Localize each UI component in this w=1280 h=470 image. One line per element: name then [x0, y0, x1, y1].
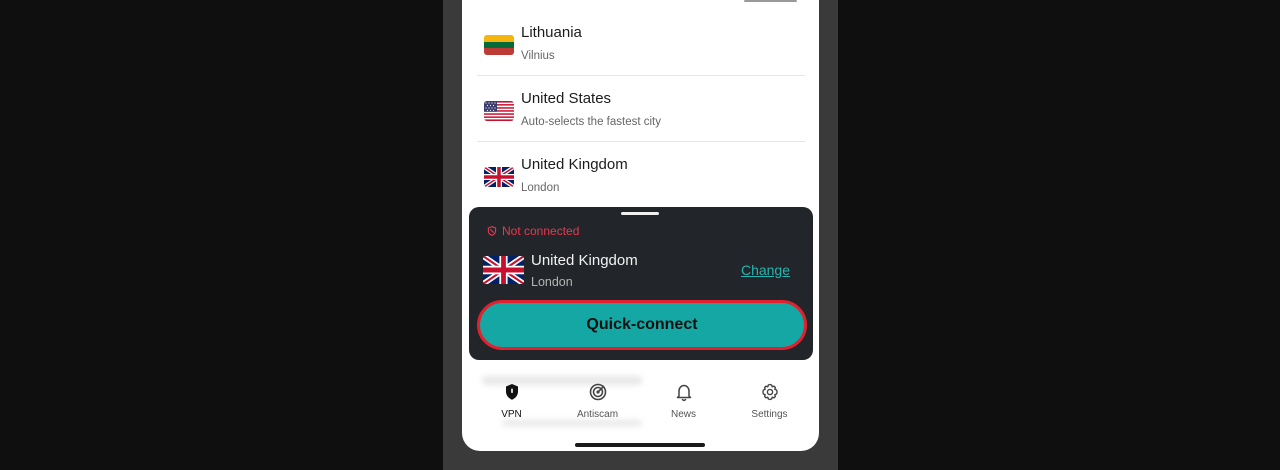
uk-flag-icon — [484, 167, 514, 187]
country-city: London — [521, 182, 560, 194]
country-name: Lithuania — [521, 24, 582, 41]
nav-item-news[interactable]: News — [641, 379, 726, 429]
country-row-united-states[interactable]: United States Auto-selects the fastest c… — [477, 76, 805, 142]
shield-icon — [505, 384, 518, 400]
drag-handle[interactable] — [621, 212, 659, 215]
app-screen: Lithuania Vilnius United States Auto-sel… — [462, 0, 819, 451]
bottom-navigation: VPN Antiscam News Settings — [462, 379, 819, 429]
quick-connect-button[interactable]: Quick-connect — [477, 300, 807, 350]
radar-icon — [589, 383, 606, 401]
top-divider — [744, 0, 797, 2]
nav-label: Antiscam — [576, 409, 619, 420]
shield-off-icon — [487, 226, 497, 236]
nav-item-vpn[interactable]: VPN — [469, 379, 554, 429]
nav-label: VPN — [501, 409, 522, 420]
bell-icon — [676, 384, 691, 402]
country-city: Auto-selects the fastest city — [521, 116, 661, 128]
country-name: United States — [521, 90, 612, 107]
selected-country: United Kingdom — [531, 252, 638, 269]
home-indicator — [575, 443, 705, 447]
nav-item-antiscam[interactable]: Antiscam — [555, 379, 640, 429]
connection-panel: Not connected United Kingdom London Chan… — [469, 207, 813, 360]
nav-label: Settings — [751, 409, 788, 420]
status-text: Not connected — [502, 224, 580, 238]
uk-flag-icon — [483, 256, 524, 284]
change-location-link[interactable]: Change — [741, 262, 790, 278]
selected-city: London — [531, 275, 573, 289]
usa-flag-icon — [484, 101, 514, 121]
country-name: United Kingdom — [521, 156, 628, 173]
gear-icon — [761, 383, 778, 401]
connection-status: Not connected — [487, 224, 579, 238]
country-city: Vilnius — [521, 50, 555, 62]
nav-label: News — [670, 409, 696, 420]
country-row-united-kingdom[interactable]: United Kingdom London — [477, 142, 805, 208]
lithuania-flag-icon — [484, 35, 514, 55]
nav-item-settings[interactable]: Settings — [727, 379, 812, 429]
country-row-lithuania[interactable]: Lithuania Vilnius — [477, 10, 805, 76]
